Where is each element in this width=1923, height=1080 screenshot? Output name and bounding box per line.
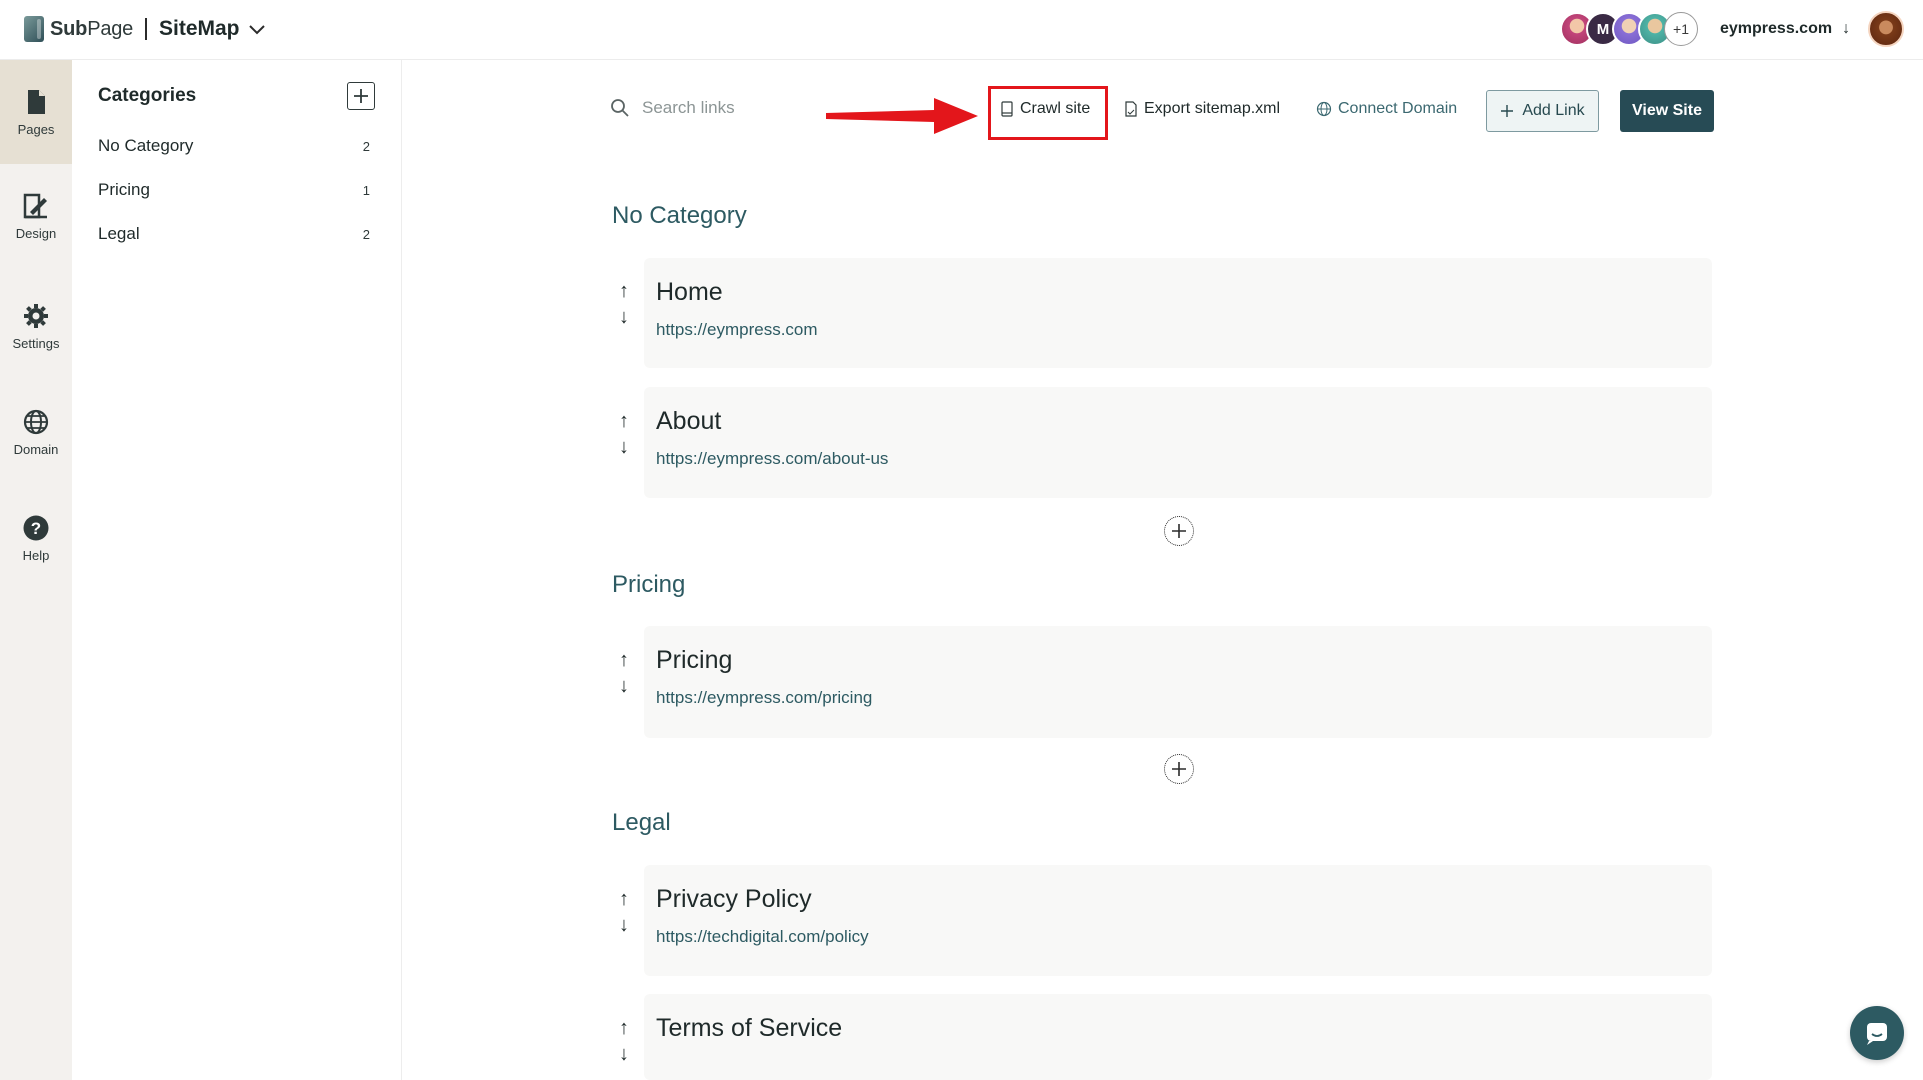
- connect-domain-button[interactable]: Connect Domain: [1316, 100, 1457, 118]
- rail-item-help[interactable]: ? Help: [0, 486, 72, 590]
- rail-item-design[interactable]: Design: [0, 164, 72, 268]
- category-label: Pricing: [98, 180, 150, 199]
- svg-text:?: ?: [31, 519, 41, 538]
- categories-panel: Categories No Category 2 Pricing 1 Legal…: [72, 60, 402, 1080]
- rail-item-settings[interactable]: Settings: [0, 274, 72, 378]
- move-down-icon[interactable]: ↓: [619, 304, 629, 330]
- reorder-controls[interactable]: ↑ ↓: [614, 886, 634, 938]
- main-content: Search links Crawl site Export sitemap.x…: [402, 60, 1923, 1080]
- rail-label: Help: [22, 547, 50, 563]
- move-up-icon[interactable]: ↑: [619, 886, 629, 912]
- design-icon: [23, 193, 47, 218]
- subpage-logo[interactable]: SubPage: [24, 16, 133, 42]
- search-icon: [611, 99, 629, 117]
- arrow-down-icon: ↓: [1842, 20, 1851, 37]
- page-title[interactable]: SiteMap: [159, 17, 240, 41]
- move-up-icon[interactable]: ↑: [619, 408, 629, 434]
- link-card-home[interactable]: Home https://eympress.com: [644, 258, 1712, 368]
- category-count: 2: [362, 138, 370, 154]
- move-up-icon[interactable]: ↑: [619, 278, 629, 304]
- section-title-no-category: No Category: [612, 202, 747, 229]
- globe-icon: [1316, 101, 1332, 117]
- export-sitemap-button[interactable]: Export sitemap.xml: [1124, 100, 1280, 118]
- reorder-controls[interactable]: ↑ ↓: [614, 1015, 634, 1067]
- chevron-down-icon[interactable]: [248, 20, 266, 38]
- view-site-button[interactable]: View Site: [1620, 90, 1714, 132]
- link-title: Privacy Policy: [656, 885, 812, 913]
- export-sitemap-label: Export sitemap.xml: [1144, 100, 1281, 117]
- rail-label: Settings: [12, 335, 60, 351]
- domain-label: eympress.com: [1720, 20, 1833, 37]
- move-down-icon[interactable]: ↓: [619, 912, 629, 938]
- reorder-controls[interactable]: ↑ ↓: [614, 647, 634, 699]
- link-card-pricing[interactable]: Pricing https://eympress.com/pricing: [644, 626, 1712, 738]
- pages-icon: [28, 89, 45, 114]
- add-category-button[interactable]: [347, 82, 375, 110]
- plus-icon: [354, 89, 368, 103]
- link-url[interactable]: https://eympress.com: [656, 320, 818, 340]
- search-input[interactable]: Search links: [642, 98, 735, 118]
- rail-label: Domain: [13, 441, 59, 457]
- category-count: 1: [362, 182, 370, 198]
- collaborator-avatars[interactable]: M +1: [1560, 12, 1698, 46]
- crawl-site-label: Crawl site: [1020, 100, 1091, 117]
- category-item-no-category[interactable]: No Category 2: [98, 136, 370, 156]
- move-up-icon[interactable]: ↑: [619, 1015, 629, 1041]
- link-card-privacy-policy[interactable]: Privacy Policy https://techdigital.com/p…: [644, 865, 1712, 976]
- category-count: 2: [362, 226, 370, 242]
- connect-domain-label: Connect Domain: [1338, 100, 1458, 117]
- reorder-controls[interactable]: ↑ ↓: [614, 408, 634, 460]
- add-link-in-section-button[interactable]: [1164, 516, 1194, 546]
- gear-icon: [24, 303, 48, 328]
- add-link-label: Add Link: [1522, 102, 1585, 119]
- plus-icon: [1172, 762, 1186, 776]
- add-link-in-section-button[interactable]: [1164, 754, 1194, 784]
- link-title: Pricing: [656, 646, 733, 674]
- link-url[interactable]: https://eympress.com/pricing: [656, 688, 872, 708]
- plus-icon: [1172, 524, 1186, 538]
- rail-item-domain[interactable]: Domain: [0, 380, 72, 484]
- search-box[interactable]: Search links: [610, 98, 735, 118]
- domain-selector[interactable]: eympress.com ↓: [1720, 20, 1850, 38]
- move-down-icon[interactable]: ↓: [619, 434, 629, 460]
- logo-icon: [24, 16, 44, 42]
- categories-title: Categories: [98, 85, 197, 106]
- move-down-icon[interactable]: ↓: [619, 673, 629, 699]
- link-url[interactable]: https://techdigital.com/policy: [656, 927, 869, 947]
- crawl-site-button[interactable]: Crawl site: [1000, 100, 1090, 118]
- move-up-icon[interactable]: ↑: [619, 647, 629, 673]
- link-title: Home: [656, 278, 723, 306]
- link-url[interactable]: https://eympress.com/about-us: [656, 449, 888, 469]
- link-title: About: [656, 407, 722, 435]
- globe-icon: [23, 409, 49, 434]
- rail-label: Design: [15, 225, 57, 241]
- section-title-legal: Legal: [612, 809, 671, 836]
- rail-label: Pages: [17, 121, 55, 137]
- rail-item-pages[interactable]: Pages: [0, 60, 72, 164]
- more-collaborators-badge[interactable]: +1: [1664, 12, 1698, 46]
- section-title-pricing: Pricing: [612, 571, 686, 598]
- annotation-arrow-icon: [826, 98, 978, 134]
- category-label: No Category: [98, 136, 194, 155]
- logo-text: SubPage: [50, 17, 134, 40]
- link-card-terms-of-service[interactable]: Terms of Service: [644, 994, 1712, 1080]
- chat-support-button[interactable]: [1850, 1006, 1904, 1060]
- link-title: Terms of Service: [656, 1014, 843, 1042]
- icon-rail: Pages Design Settings Domain ? Help: [0, 60, 72, 1080]
- category-item-pricing[interactable]: Pricing 1: [98, 180, 370, 200]
- link-card-about[interactable]: About https://eympress.com/about-us: [644, 387, 1712, 498]
- plus-icon: [1501, 105, 1514, 117]
- move-down-icon[interactable]: ↓: [619, 1041, 629, 1067]
- help-icon: ?: [23, 515, 49, 540]
- category-label: Legal: [98, 224, 140, 243]
- title-separator: [145, 18, 147, 40]
- add-link-button[interactable]: Add Link: [1486, 90, 1599, 132]
- chat-icon: [1867, 1023, 1887, 1045]
- top-bar: SubPage SiteMap M +1 eympress.com ↓: [0, 0, 1923, 60]
- reorder-controls[interactable]: ↑ ↓: [614, 278, 634, 330]
- file-export-icon: [1125, 101, 1137, 117]
- user-avatar[interactable]: [1868, 11, 1904, 47]
- category-item-legal[interactable]: Legal 2: [98, 224, 370, 244]
- document-icon: [1001, 101, 1013, 117]
